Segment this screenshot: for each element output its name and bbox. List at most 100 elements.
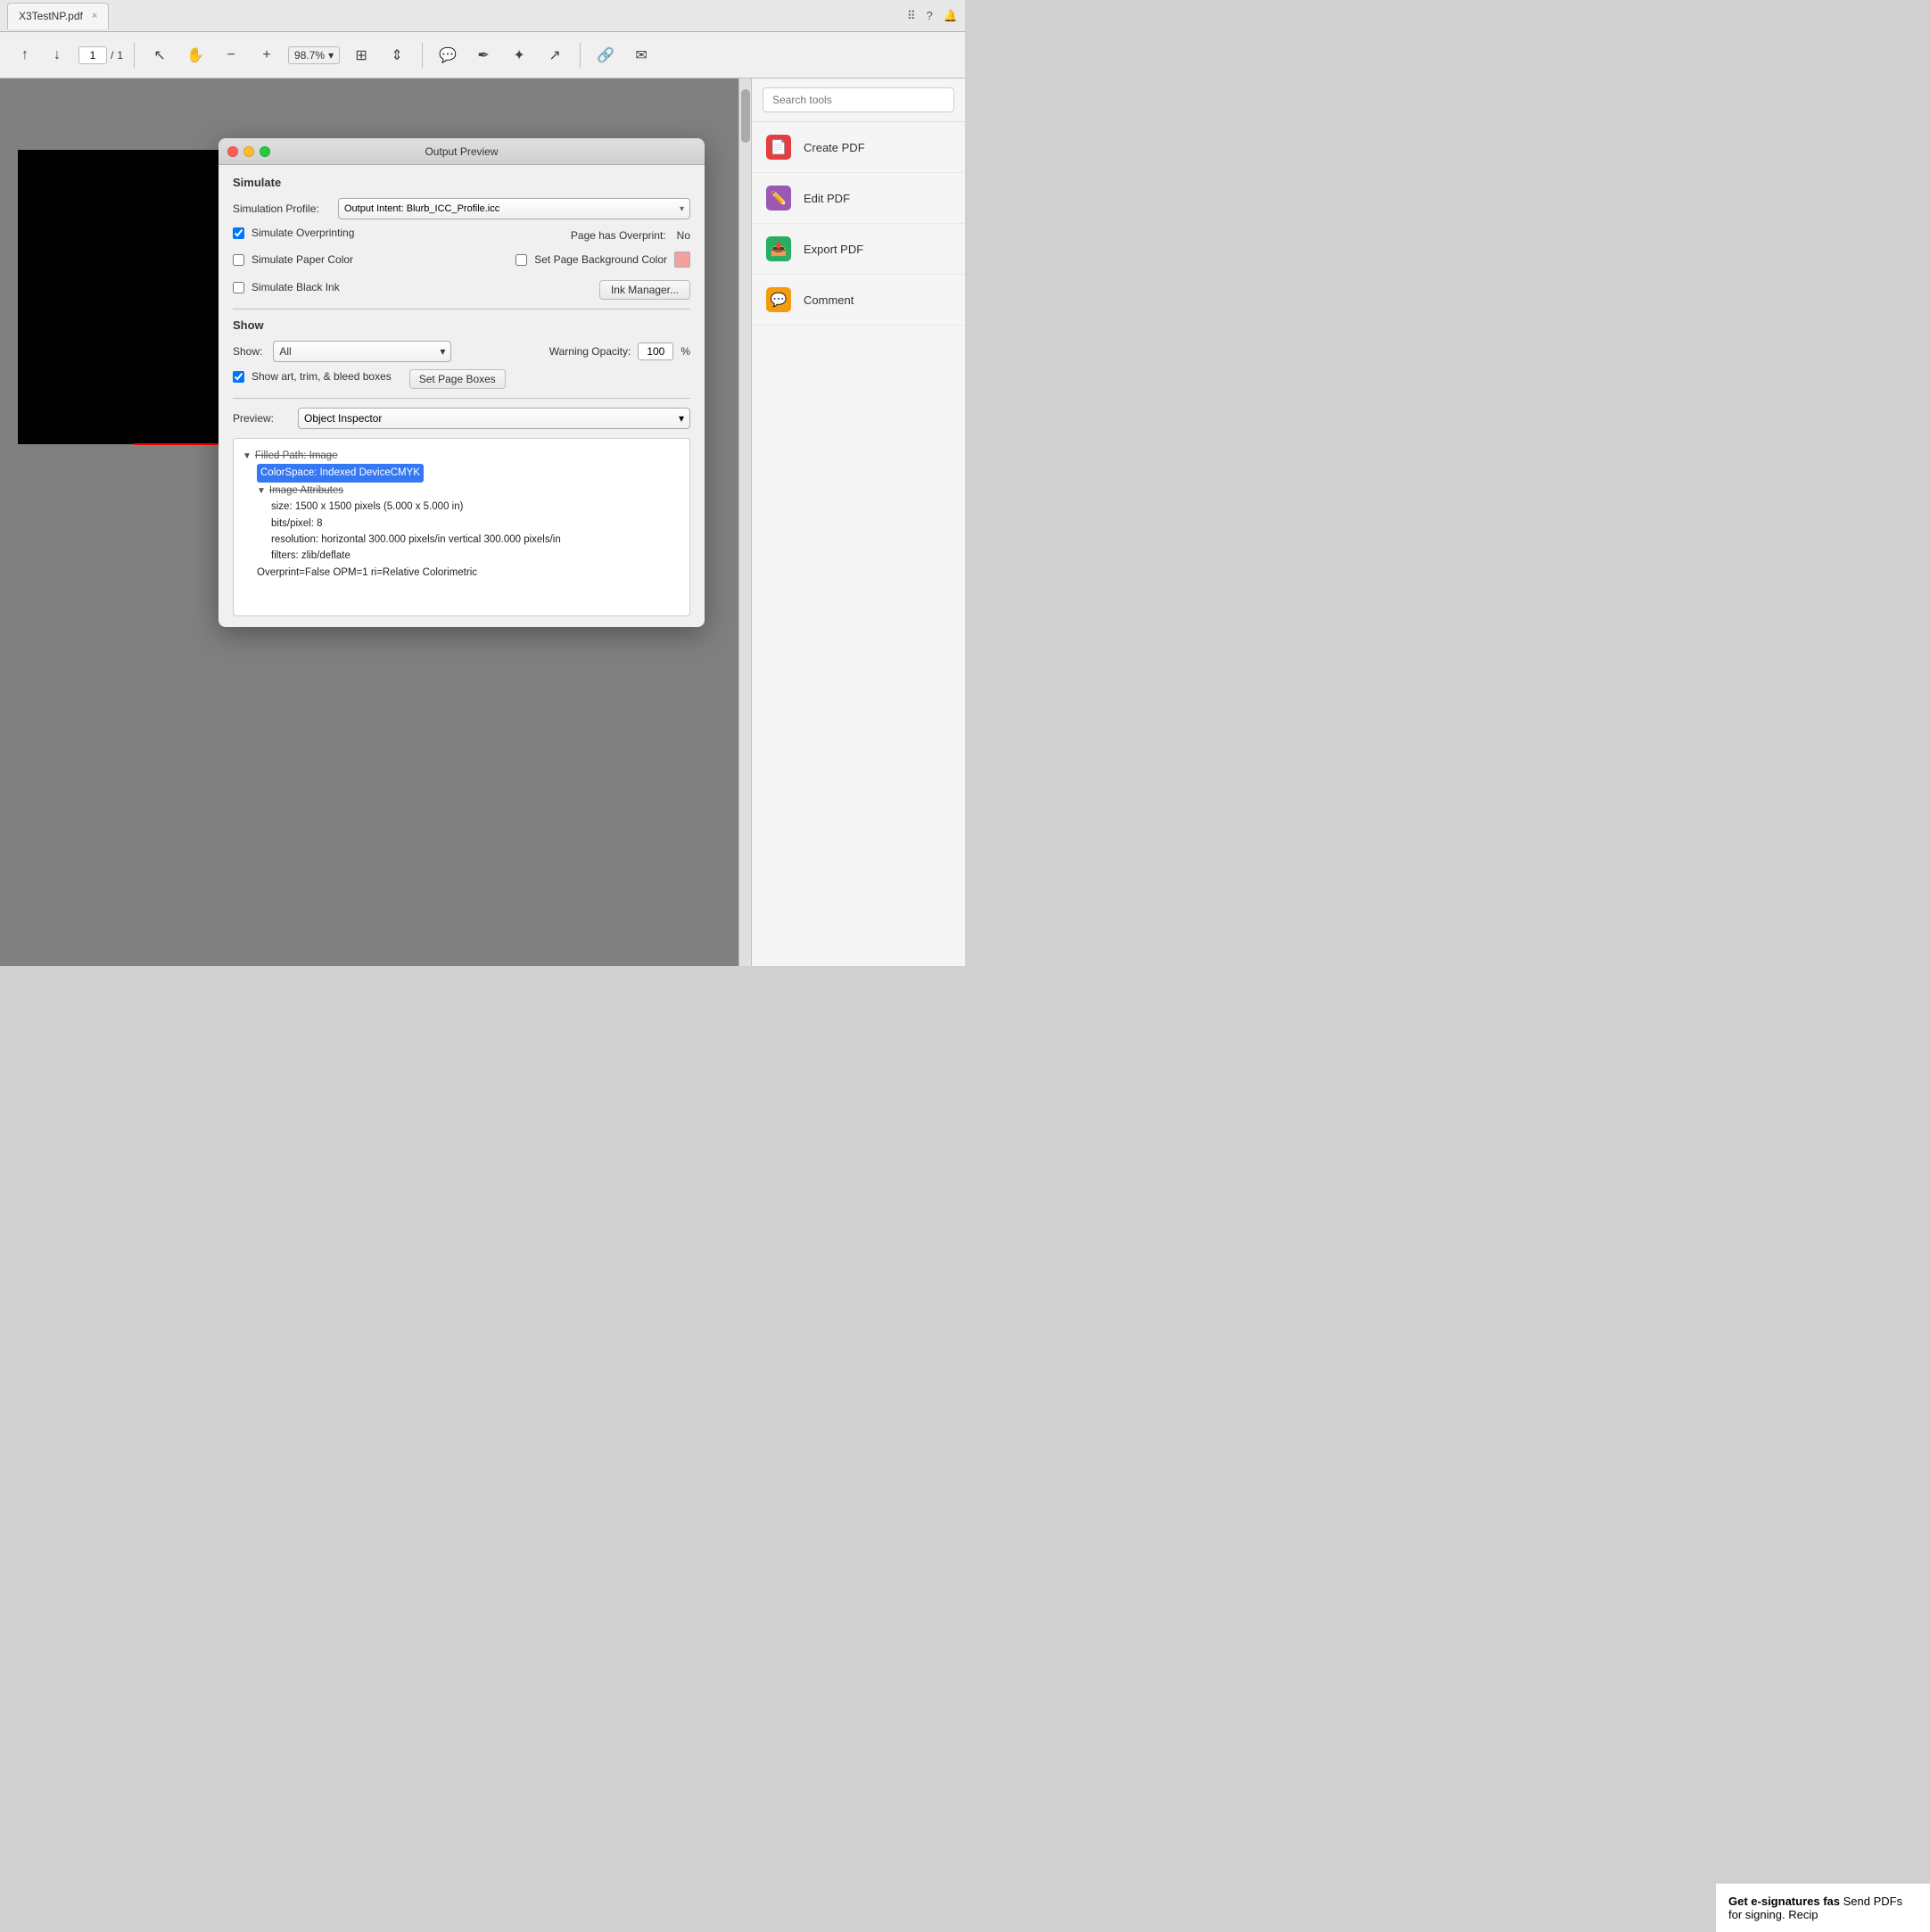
page-number-input[interactable] [78, 46, 107, 64]
maximize-window-button[interactable] [260, 146, 270, 157]
comment-icon: 💬 [766, 287, 791, 312]
pen-tool-icon: ✒ [477, 46, 489, 64]
vertical-scrollbar[interactable] [738, 78, 751, 966]
scroll-mode-button[interactable]: ⇕ [383, 41, 411, 70]
edit-pdf-item[interactable]: ✏️ Edit PDF [752, 173, 965, 224]
preview-value: Object Inspector [304, 412, 382, 425]
show-select[interactable]: All ▾ [273, 341, 451, 362]
output-preview-dialog[interactable]: Output Preview Simulate Simulation Profi… [219, 138, 705, 627]
mail-tool-icon: ✉ [635, 46, 647, 64]
dialog-titlebar: Output Preview [219, 138, 705, 165]
create-pdf-item[interactable]: 📄 Create PDF [752, 122, 965, 173]
fit-page-button[interactable]: ⊞ [347, 41, 375, 70]
pdf-tab[interactable]: X3TestNP.pdf × [7, 3, 109, 29]
select-arrow-icon: ▾ [680, 204, 684, 214]
dialog-title: Output Preview [425, 145, 498, 158]
promo-title: Get e-signatures fas [1728, 1895, 1840, 1908]
fit-page-icon: ⊞ [355, 46, 367, 64]
share-tool-button[interactable]: ↗ [540, 41, 569, 70]
back-button[interactable]: ↑ [11, 41, 39, 70]
simulate-paper-color-checkbox-row: Simulate Paper Color [233, 253, 494, 266]
inspector-panel: ▼ Filled Path: Image ColorSpace: Indexed… [233, 438, 690, 616]
arrow-tool-button[interactable]: ↖ [145, 41, 174, 70]
zoom-in-button[interactable]: + [252, 41, 281, 70]
preview-select[interactable]: Object Inspector ▾ [298, 408, 690, 429]
share-tool-icon: ↗ [548, 46, 560, 64]
mail-tool-button[interactable]: ✉ [627, 41, 656, 70]
simulate-black-ink-row: Simulate Black Ink Ink Manager... [233, 280, 690, 300]
page-total: 1 [117, 49, 123, 62]
show-art-trim-checkbox-row: Show art, trim, & bleed boxes [233, 370, 392, 383]
simulate-overprinting-label: Simulate Overprinting [252, 227, 354, 239]
colorspace-label: ColorSpace: Indexed DeviceCMYK [257, 464, 424, 482]
set-page-background-label: Set Page Background Color [534, 253, 667, 266]
simulation-profile-select[interactable]: Output Intent: Blurb_ICC_Profile.icc ▾ [338, 198, 690, 219]
export-pdf-label: Export PDF [804, 243, 863, 256]
set-page-background-checkbox[interactable] [515, 254, 527, 266]
forward-button[interactable]: ↓ [43, 41, 71, 70]
back-icon: ↑ [21, 47, 29, 63]
simulation-profile-label: Simulation Profile: [233, 202, 331, 215]
export-pdf-item[interactable]: 📤 Export PDF [752, 224, 965, 275]
simulate-overprinting-row: Simulate Overprinting Page has Overprint… [233, 227, 690, 244]
export-pdf-icon: 📤 [766, 236, 791, 261]
comment-label: Comment [804, 293, 854, 307]
simulate-black-ink-checkbox[interactable] [233, 282, 244, 293]
background-color-swatch[interactable] [674, 252, 690, 268]
simulation-profile-row: Simulation Profile: Output Intent: Blurb… [233, 198, 690, 219]
minimize-window-button[interactable] [243, 146, 254, 157]
image-attributes-label: Image Attributes [269, 483, 343, 499]
simulate-section-label: Simulate [233, 176, 690, 189]
link-tool-button[interactable]: 🔗 [591, 41, 620, 70]
show-art-trim-checkbox[interactable] [233, 371, 244, 383]
hand-tool-icon: ✋ [186, 46, 204, 64]
warning-opacity-input[interactable] [638, 343, 673, 360]
forward-icon: ↓ [54, 47, 61, 63]
close-window-button[interactable] [227, 146, 238, 157]
show-art-trim-row: Show art, trim, & bleed boxes Set Page B… [233, 369, 690, 389]
comment-tool-icon: 💬 [439, 46, 457, 64]
toolbar-separator-2 [422, 43, 423, 68]
image-attributes-triangle: ▼ [257, 484, 266, 499]
pen-tool-button[interactable]: ✒ [469, 41, 498, 70]
section-divider-2 [233, 398, 690, 399]
tab-close-button[interactable]: × [92, 11, 97, 21]
comment-tool-button[interactable]: 💬 [433, 41, 462, 70]
resolution-row: resolution: horizontal 300.000 pixels/in… [271, 532, 680, 548]
warning-opacity-unit: % [680, 345, 690, 358]
filled-path-label: Filled Path: Image [255, 448, 338, 464]
overprint-label: Overprint=False OPM=1 ri=Relative Colori… [257, 567, 477, 578]
right-tools-panel: 📄 Create PDF ✏️ Edit PDF 📤 Export PDF 💬 … [751, 78, 965, 966]
warning-opacity-row: Warning Opacity: % [549, 343, 690, 360]
zoom-out-button[interactable]: − [217, 41, 245, 70]
zoom-control[interactable]: 98.7% ▾ [288, 46, 340, 64]
promo-panel: Get e-signatures fas Send PDFs for signi… [1716, 1883, 1930, 1932]
page-separator: / [111, 49, 113, 62]
search-tools-input[interactable] [763, 87, 954, 112]
simulate-overprinting-checkbox[interactable] [233, 227, 244, 239]
set-page-boxes-button[interactable]: Set Page Boxes [409, 369, 506, 389]
simulate-paper-color-row: Simulate Paper Color Set Page Background… [233, 252, 690, 273]
simulate-overprinting-checkbox-row: Simulate Overprinting [233, 227, 553, 239]
dialog-body: Simulate Simulation Profile: Output Inte… [219, 165, 705, 627]
bits-label: bits/pixel: 8 [271, 518, 323, 529]
comment-item[interactable]: 💬 Comment [752, 275, 965, 326]
tab-filename: X3TestNP.pdf [19, 10, 83, 22]
notifications-icon[interactable]: 🔔 [944, 9, 958, 23]
scroll-mode-icon: ⇕ [391, 46, 402, 64]
help-icon[interactable]: ? [927, 9, 933, 22]
edit-pdf-icon: ✏️ [766, 186, 791, 211]
create-pdf-label: Create PDF [804, 141, 865, 154]
scrollbar-thumb[interactable] [741, 89, 750, 143]
main-toolbar: ↑ ↓ / 1 ↖ ✋ − + 98.7% ▾ ⊞ ⇕ 💬 ✒ ✦ [0, 32, 965, 78]
preview-arrow-icon: ▾ [679, 412, 684, 425]
nav-group: ↑ ↓ [11, 41, 71, 70]
size-row: size: 1500 x 1500 pixels (5.000 x 5.000 … [271, 499, 680, 515]
simulate-paper-color-label: Simulate Paper Color [252, 253, 353, 266]
simulate-paper-color-checkbox[interactable] [233, 254, 244, 266]
ink-manager-button[interactable]: Ink Manager... [599, 280, 690, 300]
hand-tool-button[interactable]: ✋ [181, 41, 210, 70]
create-pdf-icon: 📄 [766, 135, 791, 160]
eraser-tool-button[interactable]: ✦ [505, 41, 533, 70]
extension-icons: ⠿ ? 🔔 [907, 9, 958, 23]
